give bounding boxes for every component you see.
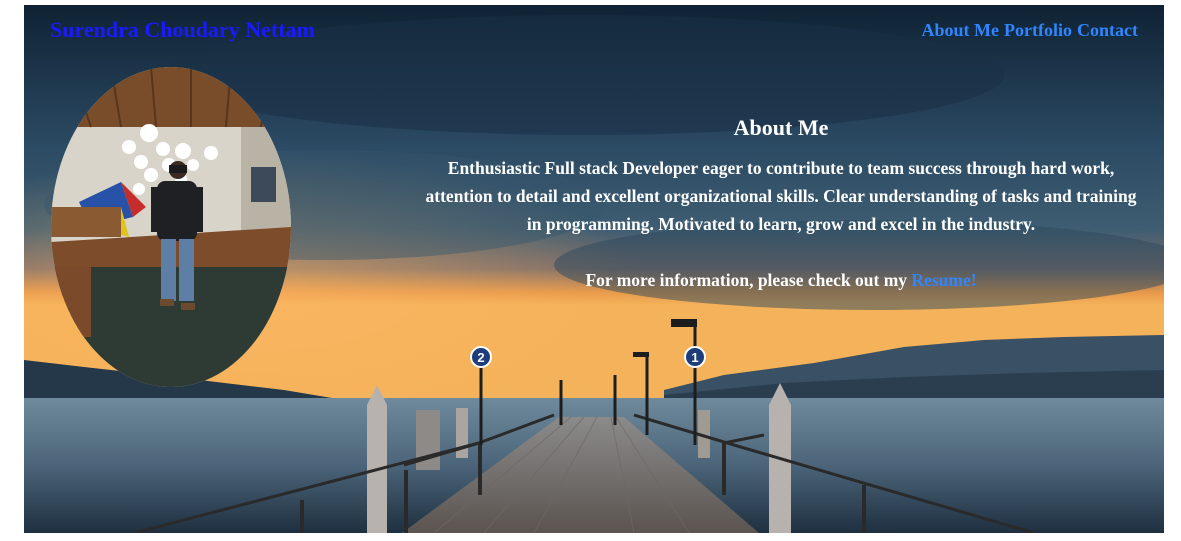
- nav-link-about-me[interactable]: About Me: [922, 20, 1000, 41]
- about-bio: Enthusiastic Full stack Developer eager …: [425, 158, 1137, 234]
- nav-link-portfolio[interactable]: Portfolio: [1004, 20, 1072, 41]
- pier-sign-1: 1: [684, 346, 706, 368]
- more-info-prefix: For more information, please check out m…: [585, 270, 908, 290]
- person-portrait-photo: [51, 67, 291, 387]
- nav-link-contact[interactable]: Contact: [1077, 20, 1138, 41]
- about-section: About Me Enthusiastic Full stack Develop…: [419, 115, 1143, 294]
- hero-section: 2 1 Surendra Choudary Nettam About Me Po…: [24, 5, 1164, 533]
- pier-sign-2: 2: [470, 346, 492, 368]
- main-nav: About Me Portfolio Contact: [922, 20, 1138, 41]
- svg-text:1: 1: [691, 350, 698, 365]
- about-heading: About Me: [733, 115, 829, 140]
- svg-text:2: 2: [477, 350, 484, 365]
- resume-link[interactable]: Resume!: [911, 270, 976, 290]
- more-info-text: For more information, please check out m…: [419, 266, 1143, 294]
- site-title-link[interactable]: Surendra Choudary Nettam: [50, 17, 315, 43]
- profile-photo: [51, 67, 291, 387]
